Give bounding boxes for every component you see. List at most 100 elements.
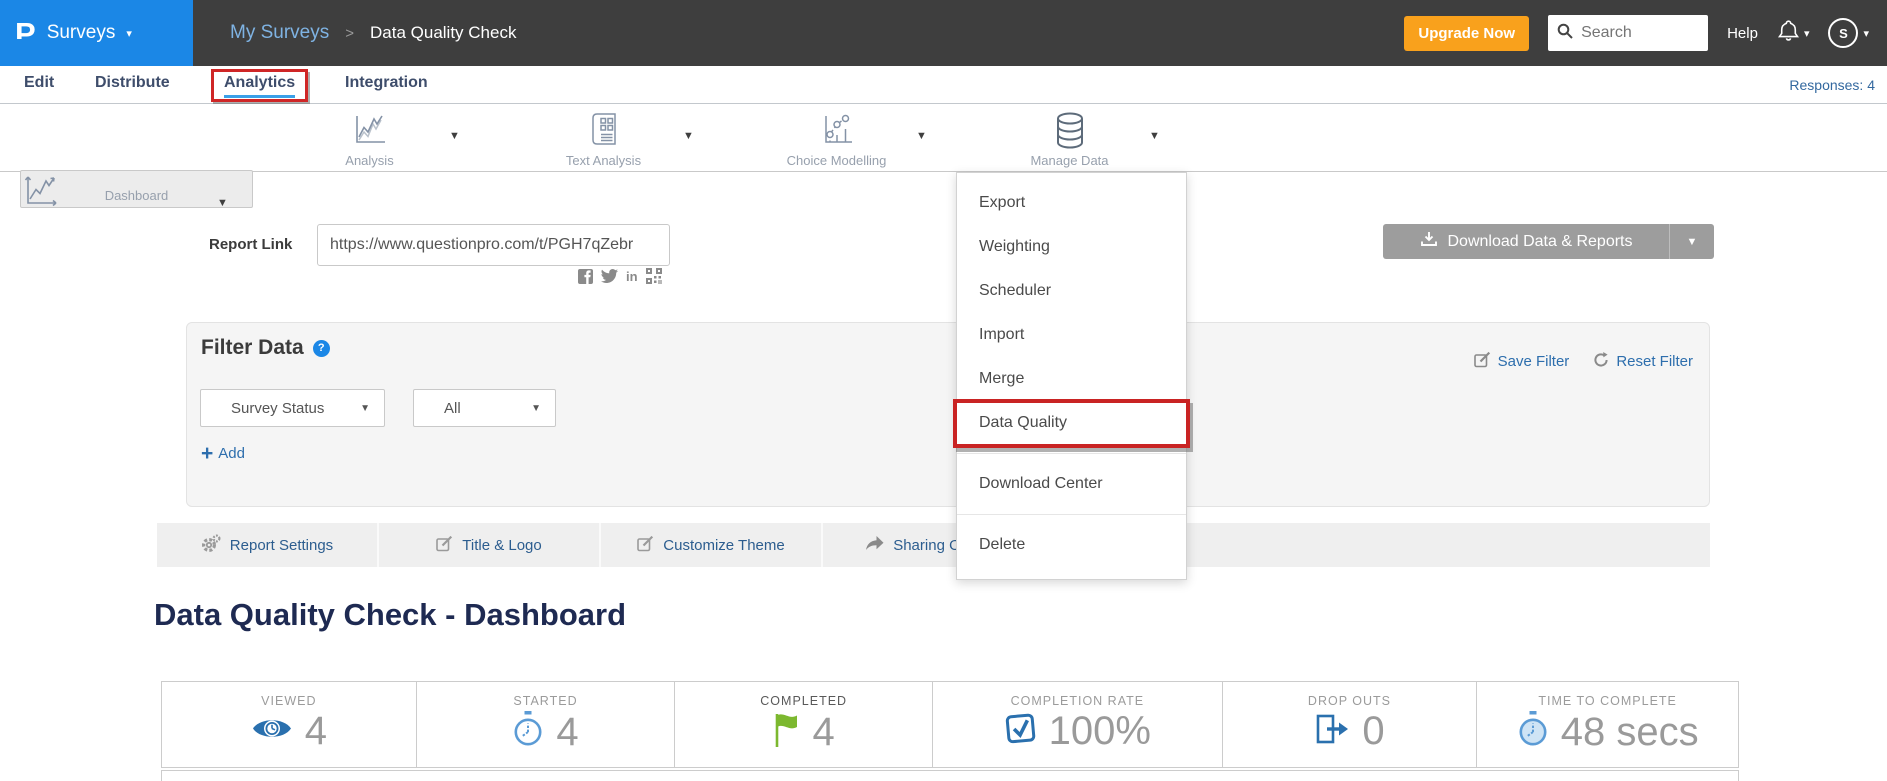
tab-distribute[interactable]: Distribute xyxy=(95,74,170,92)
breadcrumb: My Surveys > Data Quality Check xyxy=(230,0,516,66)
twitter-icon[interactable] xyxy=(601,269,618,283)
report-link-label: Report Link xyxy=(209,236,292,253)
account-menu[interactable]: S ▾ xyxy=(1828,18,1869,48)
survey-tabbar: Edit Distribute Analytics Integration Re… xyxy=(0,66,1887,104)
report-settings-bar: Report Settings Title & Logo Customize T… xyxy=(157,523,1710,567)
analytics-toolbar: ▼ Dashboard ▼ Analysis ▼ Text Analysis ▼… xyxy=(0,104,1887,172)
chevron-down-icon: ▾ xyxy=(126,27,132,40)
exit-icon xyxy=(1314,713,1350,750)
chevron-down-icon: ▾ xyxy=(1804,27,1810,40)
customize-theme-button[interactable]: Customize Theme xyxy=(601,523,823,567)
toolbar-item-choice-modelling[interactable]: ▼ Choice Modelling xyxy=(720,104,953,172)
stat-completion-rate: COMPLETION RATE 100% xyxy=(933,682,1223,767)
stat-label: DROP OUTS xyxy=(1308,694,1391,708)
toolbar-item-label: Text Analysis xyxy=(487,153,720,168)
notifications-menu[interactable]: ▾ xyxy=(1777,19,1810,48)
eye-icon xyxy=(251,715,293,747)
edit-square-icon xyxy=(637,535,654,556)
reset-filter-button[interactable]: Reset Filter xyxy=(1593,352,1693,372)
filter-operator-select[interactable]: All ▼ xyxy=(413,389,556,427)
search-box[interactable] xyxy=(1548,15,1708,51)
analysis-icon xyxy=(350,136,390,153)
search-icon xyxy=(1557,23,1573,44)
breadcrumb-current: Data Quality Check xyxy=(370,23,516,43)
download-icon xyxy=(1420,231,1438,252)
stat-viewed: VIEWED 4 xyxy=(162,682,417,767)
menu-item-delete[interactable]: Delete xyxy=(957,523,1186,567)
menu-item-data-quality[interactable]: Data Quality xyxy=(957,401,1186,445)
stat-time-to-complete: TIME TO COMPLETE 48 secs xyxy=(1477,682,1738,767)
chevron-down-icon: ▾ xyxy=(1863,27,1869,40)
tab-integration[interactable]: Integration xyxy=(345,74,428,92)
search-input[interactable] xyxy=(1579,23,1689,43)
topbar: P Surveys ▾ My Surveys > Data Quality Ch… xyxy=(0,0,1887,66)
facebook-icon[interactable] xyxy=(578,269,593,284)
chevron-down-icon[interactable]: ▼ xyxy=(449,130,460,142)
tab-analytics[interactable]: Analytics xyxy=(224,74,295,98)
page-title: Data Quality Check - Dashboard xyxy=(154,597,626,633)
breadcrumb-my-surveys[interactable]: My Surveys xyxy=(230,22,329,44)
qr-code-icon[interactable] xyxy=(646,268,662,284)
toolbar-item-dashboard[interactable]: ▼ Dashboard xyxy=(20,170,253,208)
toolbar-item-manage-data[interactable]: ▼ Manage Data xyxy=(953,104,1186,172)
menu-item-download-center[interactable]: Download Center xyxy=(957,462,1186,506)
menu-item-export[interactable]: Export xyxy=(957,181,1186,225)
stat-label: COMPLETION RATE xyxy=(1011,694,1145,708)
menu-item-merge[interactable]: Merge xyxy=(957,357,1186,401)
chevron-down-icon[interactable]: ▼ xyxy=(1670,236,1714,248)
toolbar-item-label: Dashboard xyxy=(21,188,252,203)
edit-square-icon xyxy=(1474,351,1491,372)
chevron-down-icon[interactable]: ▼ xyxy=(683,130,694,142)
questionpro-logo: P xyxy=(15,18,36,49)
stat-value: 4 xyxy=(556,712,578,752)
menu-item-scheduler[interactable]: Scheduler xyxy=(957,269,1186,313)
stat-value: 4 xyxy=(305,711,327,751)
timer-icon xyxy=(1517,711,1549,752)
stat-value: 0 xyxy=(1362,711,1384,751)
save-filter-label: Save Filter xyxy=(1498,353,1570,370)
report-settings-button[interactable]: Report Settings xyxy=(157,523,379,567)
menu-item-weighting[interactable]: Weighting xyxy=(957,225,1186,269)
save-filter-button[interactable]: Save Filter xyxy=(1474,351,1570,372)
questionpro-analytics-screen: P Surveys ▾ My Surveys > Data Quality Ch… xyxy=(0,0,1887,781)
product-name: Surveys xyxy=(47,22,116,44)
select-caret-icon: ▼ xyxy=(531,403,541,414)
stat-label: TIME TO COMPLETE xyxy=(1538,694,1676,708)
breadcrumb-separator: > xyxy=(345,25,354,42)
upgrade-now-button[interactable]: Upgrade Now xyxy=(1404,16,1529,51)
stopwatch-icon xyxy=(512,711,544,752)
text-analysis-icon xyxy=(588,136,620,153)
survey-status-select[interactable]: Survey Status ▼ xyxy=(200,389,385,427)
bell-icon xyxy=(1777,19,1800,48)
title-logo-button[interactable]: Title & Logo xyxy=(379,523,601,567)
checkbox-icon xyxy=(1004,712,1037,750)
filter-data-panel: Filter Data ? Save Filter Reset Filter xyxy=(186,322,1710,507)
share-arrow-icon xyxy=(865,535,884,555)
product-switcher[interactable]: P Surveys ▾ xyxy=(0,0,193,66)
stat-value: 4 xyxy=(813,712,835,752)
add-filter-button[interactable]: + Add xyxy=(201,443,245,464)
stat-label: COMPLETED xyxy=(760,694,847,708)
report-settings-label: Report Settings xyxy=(230,537,333,554)
menu-item-import[interactable]: Import xyxy=(957,313,1186,357)
toolbar-item-analysis[interactable]: ▼ Analysis xyxy=(253,104,486,172)
edit-square-icon xyxy=(436,535,453,556)
report-link-input[interactable] xyxy=(317,224,670,266)
chevron-down-icon[interactable]: ▼ xyxy=(916,130,927,142)
share-icons-row: in xyxy=(578,268,662,284)
download-data-reports-button[interactable]: Download Data & Reports ▼ xyxy=(1383,224,1714,259)
chevron-down-icon[interactable]: ▼ xyxy=(1149,130,1160,142)
reset-filter-label: Reset Filter xyxy=(1616,353,1693,370)
avatar: S xyxy=(1828,18,1858,48)
toolbar-item-text-analysis[interactable]: ▼ Text Analysis xyxy=(487,104,720,172)
menu-separator xyxy=(957,514,1186,515)
linkedin-icon[interactable]: in xyxy=(626,269,638,284)
tab-edit[interactable]: Edit xyxy=(24,74,54,92)
plus-icon: + xyxy=(201,443,213,464)
stat-completed: COMPLETED 4 xyxy=(675,682,933,767)
help-badge-icon[interactable]: ? xyxy=(313,340,330,357)
add-filter-label: Add xyxy=(218,445,245,462)
responses-count: Responses: 4 xyxy=(1789,77,1875,93)
menu-separator xyxy=(957,453,1186,454)
help-link[interactable]: Help xyxy=(1727,25,1758,42)
